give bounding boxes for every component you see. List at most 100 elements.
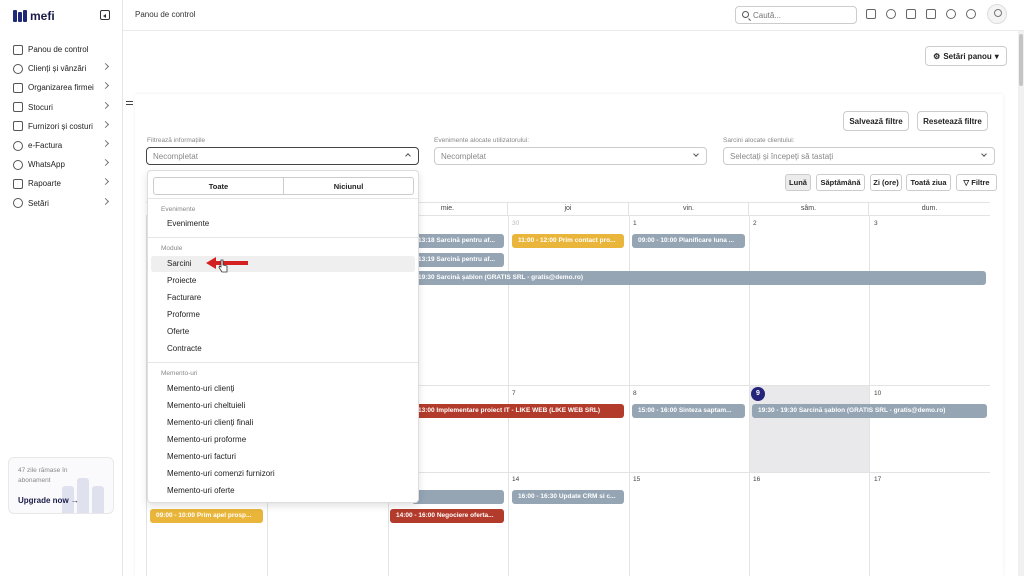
divider xyxy=(148,237,418,238)
weekday-header: vin. xyxy=(629,203,749,215)
select-all-label: Toate xyxy=(208,181,229,191)
sidebar-item-efactura[interactable]: e-Factura xyxy=(8,136,116,155)
reset-filters-button[interactable]: Resetează filtre xyxy=(917,111,988,131)
sidebar-item-stocuri[interactable]: Stocuri xyxy=(8,98,116,117)
search-input[interactable] xyxy=(753,9,853,21)
calendar-event[interactable]: 13:18 Sarcină pentru af... xyxy=(412,234,504,248)
option-contracte[interactable]: Contracte xyxy=(151,341,415,357)
arrow-right-icon: → xyxy=(70,496,79,505)
check-square-icon[interactable] xyxy=(926,9,936,19)
subscription-days-left: 47 zile rămase în abonament xyxy=(18,467,68,484)
sidebar-item-organizarea[interactable]: Organizarea firmei xyxy=(8,78,116,97)
view-all-day-button[interactable]: Toată ziua xyxy=(906,174,951,191)
day-number[interactable]: 17 xyxy=(874,476,881,483)
calendar-event[interactable]: 09:00 - 10:00 Prim apel prosp... xyxy=(150,509,263,523)
option-oferte[interactable]: Oferte xyxy=(151,324,415,340)
hand-cursor-icon xyxy=(218,259,228,273)
sidebar-item-label: e-Factura xyxy=(28,141,63,151)
calendar-event[interactable]: 09:00 - 10:00 Planificare luna ... xyxy=(632,234,745,248)
upgrade-now-button[interactable]: Upgrade now → xyxy=(18,496,79,505)
add-icon[interactable] xyxy=(866,9,876,19)
calendar-event[interactable]: 19:30 - 19:30 Sarcină șablon (GRATIS SRL… xyxy=(752,404,987,418)
client-tasks-select[interactable]: Selectați și începeți să tastați xyxy=(723,147,995,165)
option-facturare[interactable]: Facturare xyxy=(151,290,415,306)
option-proforme[interactable]: Proforme xyxy=(151,307,415,323)
view-label: Lună xyxy=(789,178,807,187)
option-memento-clienti[interactable]: Memento-uri clienți xyxy=(151,381,415,397)
filter-info-select[interactable]: Necompletat xyxy=(146,147,419,165)
view-label: Zi (ore) xyxy=(873,178,899,187)
chevron-down-icon xyxy=(981,151,987,157)
option-evenimente[interactable]: Evenimente xyxy=(151,216,415,232)
page-scrollbar-thumb[interactable] xyxy=(1019,34,1023,86)
calendar-event[interactable]: 16:00 - 16:30 Update CRM si c... xyxy=(512,490,624,504)
sidebar-item-label: Furnizori și costuri xyxy=(28,121,93,131)
collapse-sidebar-icon[interactable] xyxy=(100,10,110,20)
chat-icon[interactable] xyxy=(946,9,956,19)
calendar-icon[interactable] xyxy=(906,9,916,19)
page-scrollbar[interactable] xyxy=(1018,31,1024,576)
option-memento-clienti-finali[interactable]: Memento-uri clienți finali xyxy=(151,415,415,431)
grid-line xyxy=(749,215,750,576)
option-memento-cheltuieli[interactable]: Memento-uri cheltuieli xyxy=(151,398,415,414)
save-filters-button[interactable]: Salvează filtre xyxy=(843,111,909,131)
client-tasks-value: Selectați și începeți să tastați xyxy=(730,151,834,161)
divider xyxy=(148,362,418,363)
day-number[interactable]: 15 xyxy=(633,476,640,483)
view-day-button[interactable]: Zi (ore) xyxy=(870,174,902,191)
day-number[interactable]: 14 xyxy=(512,476,519,483)
option-memento-facturi[interactable]: Memento-uri facturi xyxy=(151,449,415,465)
calendar-event[interactable]: 19:30 Sarcină șablon (GRATIS SRL - grati… xyxy=(412,271,986,285)
option-sarcini[interactable]: Sarcini xyxy=(151,256,415,272)
whatsapp-icon xyxy=(13,159,23,170)
select-none-button[interactable]: Niciunul xyxy=(283,178,413,194)
logo-icon xyxy=(13,10,27,22)
sidebar-item-furnizori[interactable]: Furnizori și costuri xyxy=(8,117,116,136)
day-number[interactable]: 8 xyxy=(633,390,637,397)
panel-settings-button[interactable]: ⚙ Setări panou ▾ xyxy=(925,46,1007,66)
day-number[interactable]: 30 xyxy=(512,220,519,227)
calendar-event[interactable]: 11:00 - 12:00 Prim contact pro... xyxy=(512,234,624,248)
bell-icon[interactable] xyxy=(966,9,976,19)
app-logo[interactable]: mefi xyxy=(13,9,55,23)
user-events-select[interactable]: Necompletat xyxy=(434,147,707,165)
select-all-button[interactable]: Toate xyxy=(154,178,283,194)
gear-icon: ⚙ xyxy=(933,51,941,61)
day-number[interactable]: 10 xyxy=(874,390,881,397)
option-memento-proforme[interactable]: Memento-uri proforme xyxy=(151,432,415,448)
timer-icon[interactable] xyxy=(886,9,896,19)
user-avatar[interactable] xyxy=(987,4,1007,24)
day-number[interactable]: 16 xyxy=(753,476,760,483)
sidebar-item-setari[interactable]: Setări xyxy=(8,194,116,213)
option-proiecte[interactable]: Proiecte xyxy=(151,273,415,289)
search-icon xyxy=(742,11,749,18)
filter-info-dropdown: Toate Niciunul Evenimente Evenimente Mod… xyxy=(147,170,419,503)
sidebar-item-rapoarte[interactable]: Rapoarte xyxy=(8,174,116,193)
today-day-number[interactable]: 9 xyxy=(751,387,765,401)
sidebar-item-label: WhatsApp xyxy=(28,160,65,170)
calendar-event[interactable]: 13:19 Sarcină pentru af... xyxy=(412,253,504,267)
view-month-button[interactable]: Lună xyxy=(785,174,811,191)
filters-button[interactable]: ▽ Filtre xyxy=(956,174,997,191)
day-number[interactable]: 3 xyxy=(874,220,878,227)
calendar-event[interactable] xyxy=(412,490,504,504)
sidebar-item-clienti[interactable]: Clienți și vânzări xyxy=(8,59,116,78)
view-label: Filtre xyxy=(971,178,990,187)
sidebar-item-whatsapp[interactable]: WhatsApp xyxy=(8,155,116,174)
calendar-event[interactable]: 15:00 - 16:00 Sinteza saptam... xyxy=(632,404,745,418)
chevron-right-icon xyxy=(101,139,110,147)
page-title: Panou de control xyxy=(135,10,196,19)
option-memento-oferte[interactable]: Memento-uri oferte xyxy=(151,483,415,499)
option-memento-comenzi-furnizori[interactable]: Memento-uri comenzi furnizori xyxy=(151,466,415,482)
day-number[interactable]: 7 xyxy=(512,390,516,397)
day-number[interactable]: 2 xyxy=(753,220,757,227)
group-title-memento: Memento-uri xyxy=(161,370,198,377)
filter-icon: ▽ xyxy=(963,178,970,187)
sidebar-item-panou-de-control[interactable]: Panou de control xyxy=(8,40,116,59)
search-box[interactable] xyxy=(735,6,857,24)
calendar-event[interactable]: 14:00 - 16:00 Negociere oferta... xyxy=(390,509,504,523)
view-week-button[interactable]: Săptămână xyxy=(816,174,865,191)
drag-handle-icon[interactable] xyxy=(126,101,133,105)
day-number[interactable]: 1 xyxy=(633,220,637,227)
calendar-event[interactable]: 13:00 Implementare proiect IT - LIKE WEB… xyxy=(412,404,624,418)
